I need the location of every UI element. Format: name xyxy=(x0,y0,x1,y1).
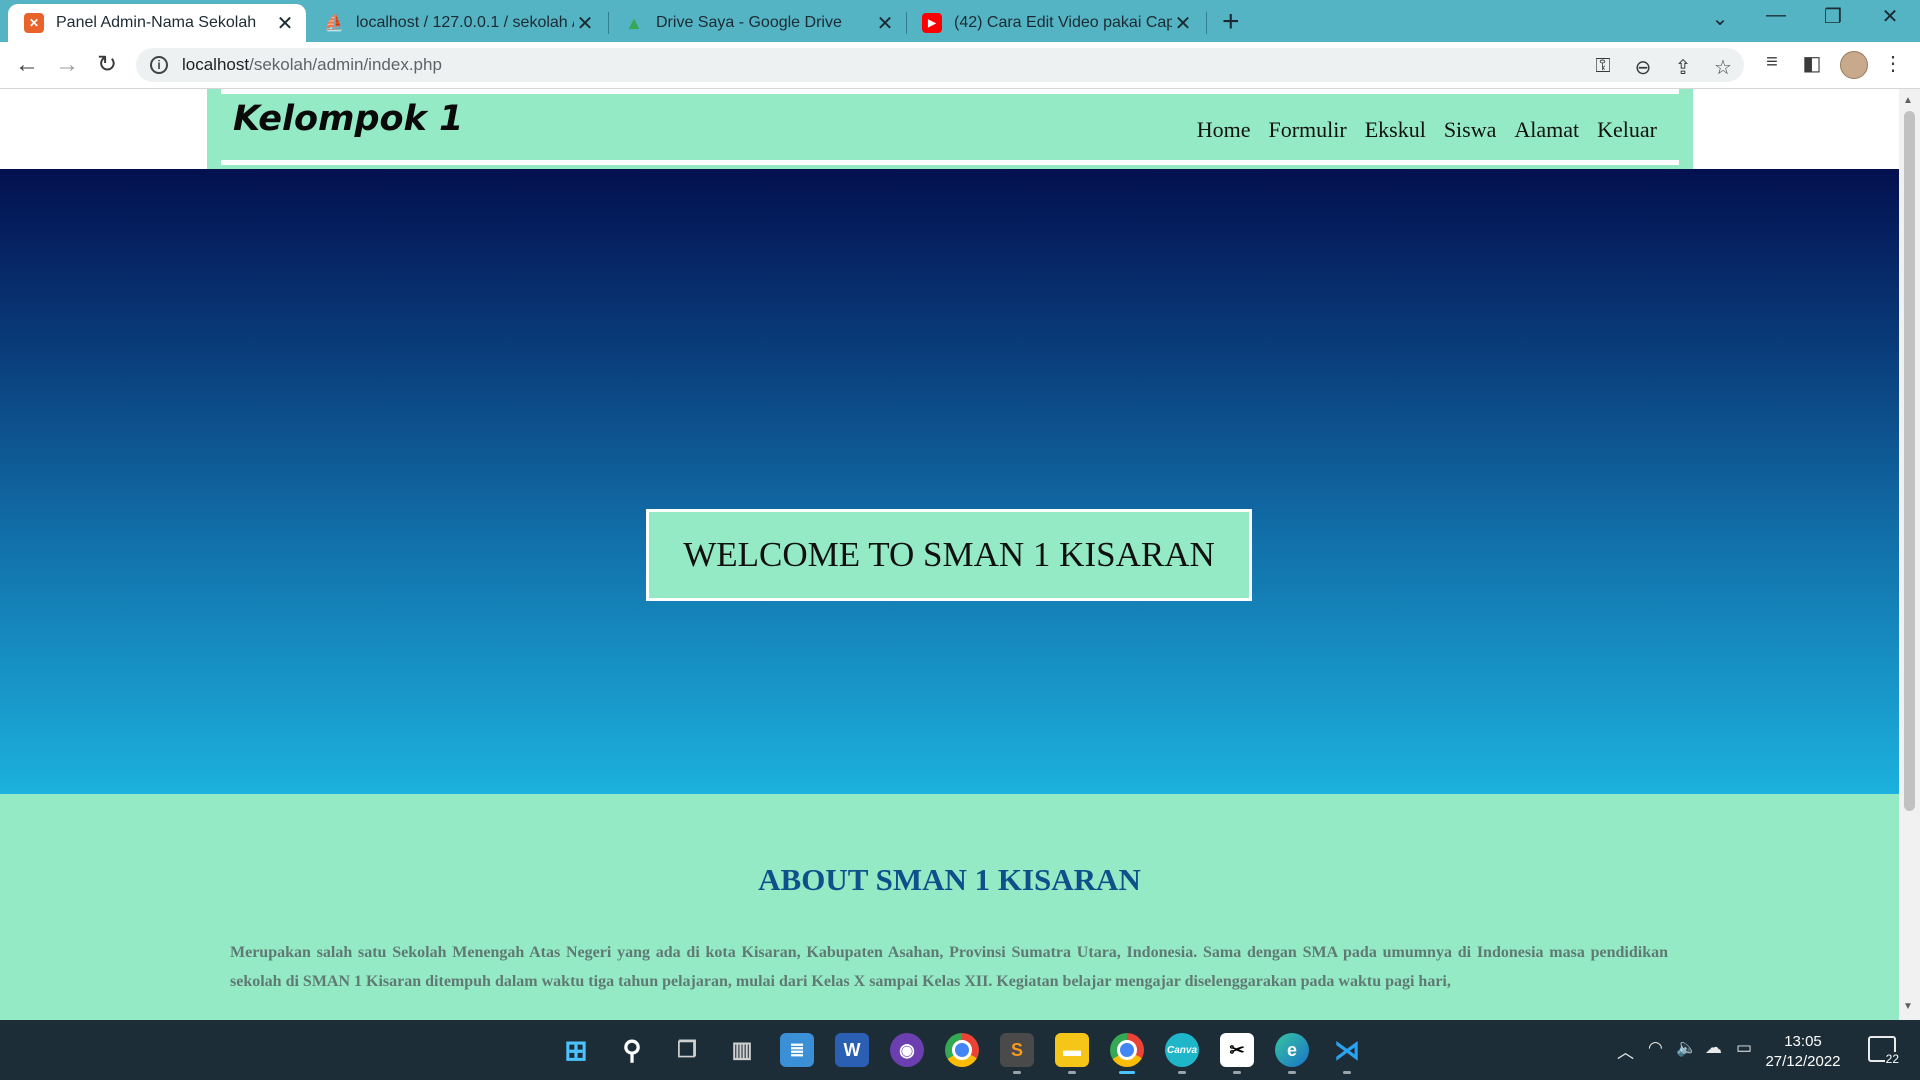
new-tab-icon[interactable]: + xyxy=(1222,5,1240,39)
running-indicator xyxy=(1178,1071,1186,1074)
search-icon[interactable]: ⚲ xyxy=(615,1033,649,1067)
show-hidden-icons-chevron[interactable]: ︿ xyxy=(1617,1038,1634,1063)
nav-home[interactable]: Home xyxy=(1197,117,1251,143)
minimize-icon[interactable]: — xyxy=(1756,4,1796,27)
site-nav: Home Formulir Ekskul Siswa Alamat Keluar xyxy=(1179,117,1657,143)
scroll-up-icon[interactable]: ▲ xyxy=(1903,95,1913,106)
header-top-strip xyxy=(221,89,1679,94)
tab-panel-admin[interactable]: ✕ Panel Admin-Nama Sekolah ✕ xyxy=(8,4,306,42)
notepad-icon[interactable]: ≣ xyxy=(780,1033,814,1067)
tab-google-drive[interactable]: ▲ Drive Saya - Google Drive ✕ xyxy=(608,4,906,42)
tab-title: Drive Saya - Google Drive xyxy=(656,14,842,31)
scrollbar-thumb[interactable] xyxy=(1904,111,1915,811)
chrome-profile-icon[interactable] xyxy=(1110,1033,1144,1067)
google-drive-icon: ▲ xyxy=(625,12,643,33)
running-indicator xyxy=(1013,1071,1021,1074)
close-window-icon[interactable]: ✕ xyxy=(1870,4,1910,29)
url-text[interactable]: localhost/sekolah/admin/index.php xyxy=(182,55,442,75)
page-scrollbar[interactable]: ▲ ▼ xyxy=(1899,89,1920,1020)
nav-alamat[interactable]: Alamat xyxy=(1514,117,1579,143)
side-panel-icon[interactable]: ◧ xyxy=(1797,51,1827,76)
sublime-icon[interactable]: S xyxy=(1000,1033,1034,1067)
file-explorer-icon[interactable]: ▬ xyxy=(1055,1033,1089,1067)
close-tab-icon[interactable]: ✕ xyxy=(574,11,596,36)
nav-formulir[interactable]: Formulir xyxy=(1268,117,1346,143)
word-icon[interactable]: W xyxy=(835,1033,869,1067)
about-text: Merupakan salah satu Sekolah Menengah At… xyxy=(230,944,1668,990)
vscode-icon[interactable]: ⋊ xyxy=(1330,1033,1364,1067)
running-indicator xyxy=(1233,1071,1241,1074)
tab-search-chevron-icon[interactable]: ⌄ xyxy=(1700,6,1740,31)
notification-count: 22 xyxy=(1884,1052,1900,1066)
address-bar[interactable]: i localhost/sekolah/admin/index.php ⚿ ⊖ … xyxy=(136,48,1744,82)
reload-icon[interactable]: ↻ xyxy=(90,50,124,80)
phpmyadmin-icon: ⛵ xyxy=(324,15,344,32)
scroll-down-icon[interactable]: ▼ xyxy=(1903,1001,1913,1012)
browser-toolbar: ← → ↻ i localhost/sekolah/admin/index.ph… xyxy=(0,42,1920,89)
chrome-icon[interactable] xyxy=(945,1033,979,1067)
onedrive-cloud-icon[interactable]: ☁ xyxy=(1705,1038,1722,1058)
share-icon[interactable]: ⇪ xyxy=(1668,55,1698,80)
xampp-icon: ✕ xyxy=(24,13,44,33)
nav-siswa[interactable]: Siswa xyxy=(1444,117,1497,143)
tab-youtube[interactable]: ▶ (42) Cara Edit Video pakai CapCu ✕ xyxy=(906,4,1204,42)
clock-date: 27/12/2022 xyxy=(1765,1053,1841,1070)
task-view-icon[interactable]: ❐ xyxy=(670,1033,704,1067)
tab-phpmyadmin[interactable]: ⛵ localhost / 127.0.0.1 / sekolah / t ✕ xyxy=(308,4,606,42)
github-icon[interactable]: ◉ xyxy=(890,1033,924,1067)
capcut-icon[interactable]: ✂ xyxy=(1220,1033,1254,1067)
clock-time: 13:05 xyxy=(1784,1033,1822,1050)
menu-kebab-icon[interactable]: ⋮ xyxy=(1878,51,1908,76)
running-indicator xyxy=(1068,1071,1076,1074)
system-clock[interactable]: 13:05 27/12/2022 xyxy=(1764,1032,1842,1072)
bookmark-star-icon[interactable]: ☆ xyxy=(1708,55,1738,80)
restore-icon[interactable]: ❐ xyxy=(1813,4,1853,29)
youtube-icon: ▶ xyxy=(922,13,942,33)
widgets-icon[interactable]: ▥ xyxy=(725,1033,759,1067)
tab-title: localhost / 127.0.0.1 / sekolah / t xyxy=(356,14,574,31)
canva-icon[interactable]: Canva xyxy=(1165,1033,1199,1067)
back-icon[interactable]: ← xyxy=(10,50,44,80)
battery-icon[interactable]: ▭ xyxy=(1736,1038,1752,1058)
close-tab-icon[interactable]: ✕ xyxy=(1172,11,1194,36)
running-indicator xyxy=(1288,1071,1296,1074)
active-indicator xyxy=(1119,1071,1135,1074)
wifi-icon[interactable]: ◠ xyxy=(1648,1038,1663,1058)
forward-icon[interactable]: → xyxy=(50,50,84,80)
reading-list-icon[interactable]: ≡ xyxy=(1757,51,1787,74)
close-tab-icon[interactable]: ✕ xyxy=(274,11,296,36)
about-title: ABOUT SMAN 1 KISARAN xyxy=(758,862,1141,897)
hero-banner: WELCOME TO SMAN 1 KISARAN xyxy=(0,169,1899,794)
start-icon[interactable]: ⊞ xyxy=(559,1033,593,1067)
windows-taskbar: ⊞ ⚲ ❐ ▥ ≣ W ◉ S ▬ Canva ✂ e ⋊ ︿ ◠ 🔈 ☁ ▭ … xyxy=(0,1020,1920,1080)
tab-divider xyxy=(1206,12,1207,34)
about-section: ABOUT SMAN 1 KISARAN Merupakan salah sat… xyxy=(0,794,1899,1020)
close-tab-icon[interactable]: ✕ xyxy=(874,11,896,36)
volume-icon[interactable]: 🔈 xyxy=(1676,1038,1697,1058)
header-bottom-strip xyxy=(221,160,1679,165)
url-host: localhost xyxy=(182,55,250,74)
running-indicator xyxy=(1343,1071,1351,1074)
profile-avatar[interactable] xyxy=(1840,51,1868,79)
zoom-icon[interactable]: ⊖ xyxy=(1628,55,1658,80)
tab-title: Panel Admin-Nama Sekolah xyxy=(56,14,257,31)
welcome-box: WELCOME TO SMAN 1 KISARAN xyxy=(646,509,1252,601)
edge-icon[interactable]: e xyxy=(1275,1033,1309,1067)
url-path: /sekolah/admin/index.php xyxy=(249,55,442,74)
browser-tab-strip: ✕ Panel Admin-Nama Sekolah ✕ ⛵ localhost… xyxy=(0,0,1920,42)
web-page: Kelompok 1 Home Formulir Ekskul Siswa Al… xyxy=(0,89,1899,1020)
nav-ekskul[interactable]: Ekskul xyxy=(1365,117,1426,143)
nav-keluar[interactable]: Keluar xyxy=(1597,117,1657,143)
site-info-icon[interactable]: i xyxy=(150,56,168,74)
site-header: Kelompok 1 Home Formulir Ekskul Siswa Al… xyxy=(207,89,1693,169)
notification-center-icon[interactable]: 22 xyxy=(1868,1036,1900,1066)
tab-title: (42) Cara Edit Video pakai CapCu xyxy=(954,14,1172,31)
site-brand[interactable]: Kelompok 1 xyxy=(233,99,463,139)
password-key-icon[interactable]: ⚿ xyxy=(1588,55,1618,78)
